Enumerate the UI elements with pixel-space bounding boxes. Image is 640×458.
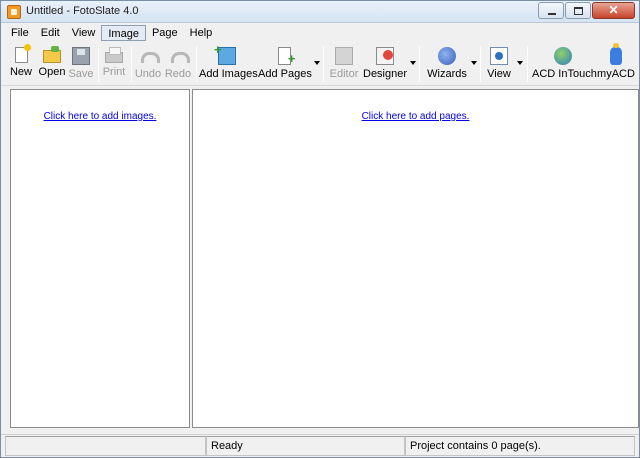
minimize-icon: [548, 13, 556, 15]
toolbar-separator: [196, 46, 197, 82]
acd-intouch-icon: [554, 47, 572, 65]
toolbar-separator: [131, 46, 132, 82]
toolbar-separator: [419, 46, 420, 82]
status-bar: Ready Project contains 0 page(s).: [1, 434, 639, 457]
toolbar-separator: [527, 46, 528, 82]
editor-icon: [335, 47, 353, 65]
add-images-label: Add Images: [199, 68, 258, 80]
acd-intouch-label: ACD InTouch: [532, 68, 597, 80]
undo-button[interactable]: Undo: [133, 44, 163, 84]
redo-icon: [169, 47, 190, 65]
print-icon: [105, 47, 123, 63]
wizards-label: Wizards: [427, 68, 467, 80]
window-controls: ✕: [537, 2, 635, 20]
toolbar-separator: [323, 46, 324, 82]
new-icon: [14, 44, 31, 63]
add-pages-dropdown-icon[interactable]: [314, 61, 320, 65]
toolbar: New Open Save Print Undo Redo Add Images: [1, 42, 639, 86]
menu-bar: File Edit View Image Page Help: [1, 23, 639, 42]
editor-label: Editor: [329, 68, 359, 80]
minimize-button[interactable]: [538, 2, 564, 19]
app-icon[interactable]: [7, 5, 21, 19]
save-button[interactable]: Save: [67, 44, 95, 84]
print-label: Print: [102, 66, 126, 78]
view-label: View: [487, 68, 511, 80]
window-title: Untitled - FotoSlate 4.0: [26, 5, 139, 17]
save-icon: [72, 47, 90, 65]
view-dropdown-icon[interactable]: [517, 61, 523, 65]
print-button[interactable]: Print: [100, 44, 128, 84]
myacd-button[interactable]: myACD: [596, 43, 636, 84]
new-label: New: [9, 66, 32, 78]
view-button[interactable]: View: [485, 44, 513, 84]
status-cell-1: [5, 436, 206, 456]
myacd-label: myACD: [597, 68, 635, 80]
wizards-button[interactable]: Wizards: [425, 44, 469, 84]
add-images-button[interactable]: Add Images: [199, 42, 258, 84]
menu-help[interactable]: Help: [184, 25, 219, 41]
wizards-icon: [438, 47, 456, 65]
app-window: Untitled - FotoSlate 4.0 ✕ File Edit Vie…: [0, 0, 640, 458]
view-icon: [490, 47, 508, 65]
menu-file[interactable]: File: [5, 25, 35, 41]
new-button[interactable]: New: [4, 44, 38, 84]
add-pages-button[interactable]: Add Pages: [258, 44, 312, 84]
save-label: Save: [68, 68, 94, 80]
maximize-icon: [574, 7, 583, 15]
designer-icon: [376, 47, 394, 65]
open-button[interactable]: Open: [37, 44, 67, 84]
add-images-icon: [214, 42, 236, 65]
open-icon: [43, 46, 61, 63]
menu-edit[interactable]: Edit: [35, 25, 66, 41]
designer-dropdown-icon[interactable]: [410, 61, 416, 65]
add-pages-label: Add Pages: [258, 68, 312, 80]
myacd-icon: [610, 43, 622, 65]
close-button[interactable]: ✕: [592, 2, 635, 19]
designer-label: Designer: [363, 68, 408, 80]
designer-button[interactable]: Designer: [363, 44, 407, 84]
images-pane[interactable]: Click here to add images.: [10, 89, 190, 428]
undo-icon: [139, 47, 160, 65]
acd-intouch-button[interactable]: ACD InTouch: [532, 44, 597, 84]
undo-label: Undo: [134, 68, 162, 80]
add-pages-icon: [277, 47, 296, 66]
add-images-link[interactable]: Click here to add images.: [11, 111, 189, 122]
add-pages-link[interactable]: Click here to add pages.: [193, 111, 638, 122]
close-icon: ✕: [608, 3, 619, 17]
menu-image[interactable]: Image: [101, 24, 146, 41]
toolbar-separator: [480, 46, 481, 82]
open-label: Open: [38, 66, 66, 78]
menu-page[interactable]: Page: [146, 25, 184, 41]
redo-button[interactable]: Redo: [163, 44, 193, 84]
editor-button[interactable]: Editor: [327, 44, 361, 84]
status-ready: Ready: [206, 436, 405, 456]
status-page-count: Project contains 0 page(s).: [405, 436, 635, 456]
menu-view[interactable]: View: [66, 25, 102, 41]
redo-label: Redo: [164, 68, 192, 80]
pages-pane[interactable]: Click here to add pages.: [192, 89, 639, 428]
title-bar[interactable]: Untitled - FotoSlate 4.0 ✕: [1, 1, 639, 23]
wizards-dropdown-icon[interactable]: [471, 61, 477, 65]
toolbar-separator: [98, 46, 99, 82]
maximize-button[interactable]: [565, 2, 591, 19]
